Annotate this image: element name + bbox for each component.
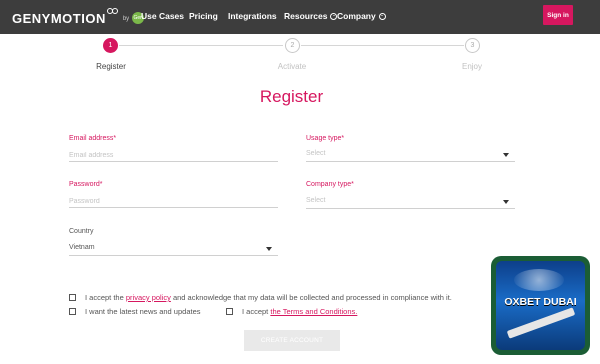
nav-item-use-cases[interactable]: Use Cases <box>141 11 184 21</box>
nav-item-label: Company <box>337 11 376 21</box>
logo-circles-icon <box>106 8 119 18</box>
logo-by-text: by <box>122 16 130 22</box>
nav-item-company[interactable]: Company <box>337 11 386 21</box>
ad-text: OXBET DUBAI <box>504 296 577 308</box>
ad-image: OXBET DUBAI <box>496 261 585 350</box>
news-consent-row: I want the latest news and updates <box>69 307 201 316</box>
company-type-label: Company type* <box>306 181 354 188</box>
password-label: Password* <box>69 181 103 188</box>
create-account-button[interactable]: CREATE ACCOUNT <box>244 330 340 351</box>
dropdown-arrow-icon <box>503 200 509 204</box>
privacy-text-before: I accept the <box>85 293 126 302</box>
step-1-label: Register <box>96 62 126 71</box>
logo-text: GENYMOTION <box>12 10 106 26</box>
terms-text-before: I accept <box>242 307 271 316</box>
stepper-line <box>301 45 464 46</box>
nav-item-label: Integrations <box>228 11 277 21</box>
top-nav: GENYMOTION by Gen Use Cases Pricing Inte… <box>0 0 600 34</box>
terms-link[interactable]: the Terms and Conditions. <box>270 307 357 316</box>
step-3-label: Enjoy <box>461 62 482 71</box>
nav-item-label: Pricing <box>189 11 218 21</box>
company-type-select[interactable]: Select <box>306 195 515 209</box>
step-1-indicator: 1 <box>103 38 118 53</box>
dropdown-arrow-icon <box>266 247 272 251</box>
country-value: Vietnam <box>69 244 95 251</box>
dropdown-arrow-icon <box>503 153 509 157</box>
privacy-text-after: and acknowledge that my data will be col… <box>170 293 452 302</box>
step-2-label: Activate <box>277 62 307 71</box>
ad-glow <box>514 269 564 291</box>
usage-type-value: Select <box>306 150 326 157</box>
nav-item-resources[interactable]: Resources <box>284 11 338 21</box>
nav-item-integrations[interactable]: Integrations <box>228 11 277 21</box>
privacy-policy-link[interactable]: privacy policy <box>126 293 171 302</box>
page: GENYMOTION by Gen Use Cases Pricing Inte… <box>0 0 600 364</box>
email-field[interactable] <box>69 148 278 162</box>
nav-item-label: Use Cases <box>141 11 185 21</box>
usage-type-select[interactable]: Select <box>306 148 515 162</box>
password-field[interactable] <box>69 194 278 208</box>
privacy-consent-checkbox[interactable] <box>69 294 76 301</box>
chevron-down-icon <box>378 12 386 20</box>
terms-consent-row: I accept the Terms and Conditions. <box>226 307 357 316</box>
nav-item-pricing[interactable]: Pricing <box>189 11 218 21</box>
terms-checkbox[interactable] <box>226 308 233 315</box>
country-select[interactable]: Vietnam <box>69 242 278 256</box>
step-3-indicator: 3 <box>465 38 480 53</box>
page-title: Register <box>259 87 324 106</box>
advertisement-badge[interactable]: OXBET DUBAI <box>491 256 590 355</box>
stepper-line <box>119 45 283 46</box>
news-checkbox[interactable] <box>69 308 76 315</box>
ad-racetrack <box>506 307 576 339</box>
news-label: I want the latest news and updates <box>85 307 201 316</box>
sign-in-button[interactable]: Sign in <box>543 5 573 25</box>
step-2-indicator: 2 <box>285 38 300 53</box>
usage-type-label: Usage type* <box>306 135 345 142</box>
genymotion-logo[interactable]: GENYMOTION by Gen <box>12 8 145 26</box>
privacy-consent-row: I accept the privacy policy and acknowle… <box>69 293 452 302</box>
company-type-value: Select <box>306 197 326 204</box>
nav-item-label: Resources <box>284 11 328 21</box>
country-label: Country <box>69 228 94 235</box>
email-label: Email address* <box>69 135 117 142</box>
